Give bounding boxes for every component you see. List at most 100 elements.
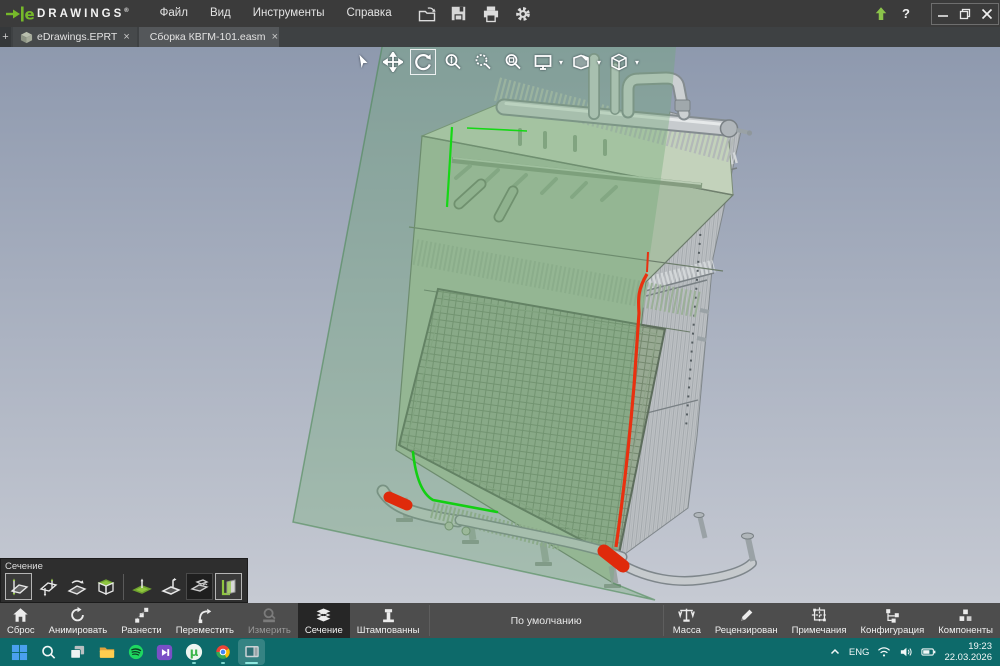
- share-publish-icon[interactable]: [869, 2, 893, 26]
- mass-button[interactable]: Масса: [666, 603, 708, 638]
- language-indicator[interactable]: ENG: [849, 647, 870, 658]
- section-panel-separator: [123, 574, 124, 600]
- configuration-button[interactable]: Конфигурация: [854, 603, 932, 638]
- explode-button[interactable]: Разнести: [114, 603, 169, 638]
- minimize-button[interactable]: [932, 4, 954, 24]
- task-view-icon: [69, 644, 86, 661]
- spotify-icon: [127, 643, 145, 661]
- move-component-button[interactable]: Переместить: [169, 603, 241, 638]
- section-tool-panel: Сечение: [0, 558, 248, 603]
- open-file-icon[interactable]: [415, 2, 439, 26]
- titlebar-quick-toolbar: [415, 2, 535, 26]
- menu-view[interactable]: Вид: [199, 0, 242, 27]
- menu-help[interactable]: Справка: [335, 0, 402, 27]
- button-label: Компоненты: [938, 625, 993, 636]
- configuration-tree-icon: [883, 606, 902, 624]
- pan-tool-button[interactable]: [380, 49, 406, 75]
- zoom-fit-tool-button[interactable]: [500, 49, 526, 75]
- zoom-tool-button[interactable]: [440, 49, 466, 75]
- full-screen-button[interactable]: [530, 49, 556, 75]
- explode-icon: [132, 606, 151, 624]
- markup-dropdown-caret[interactable]: ▾: [597, 58, 601, 67]
- section-cap-cube-button[interactable]: [92, 573, 119, 600]
- animate-button[interactable]: Анимировать: [42, 603, 115, 638]
- edrawings-app-icon: [243, 643, 261, 661]
- section-cut-faces-button[interactable]: [215, 573, 242, 600]
- markup-tool-button[interactable]: [568, 49, 594, 75]
- button-label: Сброс: [7, 625, 35, 636]
- section-plane-zx-button[interactable]: [34, 573, 61, 600]
- tab-close-icon[interactable]: ×: [123, 31, 129, 43]
- utorrent-button[interactable]: µ: [180, 639, 207, 665]
- measure-icon: [260, 606, 279, 624]
- home-icon: [11, 606, 30, 624]
- edrawings-taskbar-button[interactable]: [238, 639, 265, 665]
- section-plane-rotate-button[interactable]: [63, 573, 90, 600]
- animate-icon: [68, 606, 87, 624]
- chrome-icon: [214, 643, 232, 661]
- annotations-button[interactable]: Примечания: [785, 603, 854, 638]
- spotify-button[interactable]: [122, 639, 149, 665]
- window-controls: [931, 3, 999, 25]
- start-button[interactable]: [6, 639, 33, 665]
- view-tools-toolbar: ▾ ▾ ▾: [350, 49, 640, 75]
- media-player-button[interactable]: [151, 639, 178, 665]
- menu-file[interactable]: Файл: [149, 0, 199, 27]
- tab-edrawings-eprt[interactable]: eDrawings.EPRT ×: [13, 27, 137, 47]
- components-button[interactable]: Компоненты: [931, 603, 1000, 638]
- button-label: Разнести: [121, 625, 162, 636]
- wifi-icon[interactable]: [877, 646, 891, 658]
- print-icon[interactable]: [479, 2, 503, 26]
- stamped-button[interactable]: Штампованны: [350, 603, 427, 638]
- tab-sborka-kvgm-101[interactable]: Сборка КВГМ-101.easm ×: [139, 27, 279, 47]
- section-offset-up-button[interactable]: [128, 573, 155, 600]
- titlebar-right-controls: ?: [869, 2, 1000, 26]
- 3d-viewport[interactable]: ▾ ▾ ▾ Сечение: [0, 47, 1000, 603]
- settings-gear-icon[interactable]: [511, 2, 535, 26]
- zoom-area-tool-button[interactable]: [470, 49, 496, 75]
- 3d-scene-boiler-model[interactable]: [0, 47, 1000, 603]
- task-view-button[interactable]: [64, 639, 91, 665]
- annotations-icon: [810, 606, 829, 624]
- view-orientation-dropdown-caret[interactable]: ▾: [635, 58, 639, 67]
- tab-close-icon[interactable]: ×: [272, 31, 278, 43]
- section-icon: [314, 606, 333, 624]
- section-button[interactable]: Сечение: [298, 603, 350, 638]
- button-label: Масса: [673, 625, 701, 636]
- rotate-tool-button[interactable]: [410, 49, 436, 75]
- file-explorer-icon: [98, 643, 116, 661]
- new-tab-button[interactable]: +: [0, 27, 11, 47]
- speaker-icon[interactable]: [899, 646, 913, 658]
- battery-icon[interactable]: [921, 646, 936, 658]
- button-label: Измерить: [248, 625, 291, 636]
- help-button[interactable]: ?: [893, 6, 919, 21]
- menu-tools[interactable]: Инструменты: [242, 0, 336, 27]
- bottom-command-bar: Сброс Анимировать Разнести Переместить И…: [0, 603, 1000, 638]
- section-show-plane-button[interactable]: [186, 573, 213, 600]
- button-label: Конфигурация: [861, 625, 925, 636]
- tray-chevron-up-icon[interactable]: [829, 646, 841, 658]
- view-orientation-button[interactable]: [606, 49, 632, 75]
- taskbar-search-button[interactable]: [35, 639, 62, 665]
- configuration-dropdown[interactable]: По умолчанию: [429, 605, 664, 636]
- chrome-button[interactable]: [209, 639, 236, 665]
- reset-button[interactable]: Сброс: [0, 603, 42, 638]
- svg-text:µ: µ: [189, 645, 198, 659]
- review-button[interactable]: Рецензирован: [708, 603, 785, 638]
- clock[interactable]: 19:23 22.03.2026: [944, 641, 992, 664]
- full-screen-dropdown-caret[interactable]: ▾: [559, 58, 563, 67]
- section-plane-xy-button[interactable]: [5, 573, 32, 600]
- section-flip-button[interactable]: [157, 573, 184, 600]
- file-explorer-button[interactable]: [93, 639, 120, 665]
- utorrent-icon: µ: [185, 643, 203, 661]
- button-label: Штампованны: [357, 625, 420, 636]
- save-icon[interactable]: [447, 2, 471, 26]
- button-label: Сечение: [305, 625, 343, 636]
- button-label: Переместить: [176, 625, 234, 636]
- restore-button[interactable]: [954, 4, 976, 24]
- components-icon: [956, 606, 975, 624]
- close-button[interactable]: [976, 4, 998, 24]
- document-tab-bar: + eDrawings.EPRT × Сборка КВГМ-101.easm …: [0, 27, 1000, 47]
- select-tool-button[interactable]: [350, 49, 376, 75]
- edrawings-window: e DRAWINGS® Файл Вид Инструменты Справка: [0, 0, 1000, 666]
